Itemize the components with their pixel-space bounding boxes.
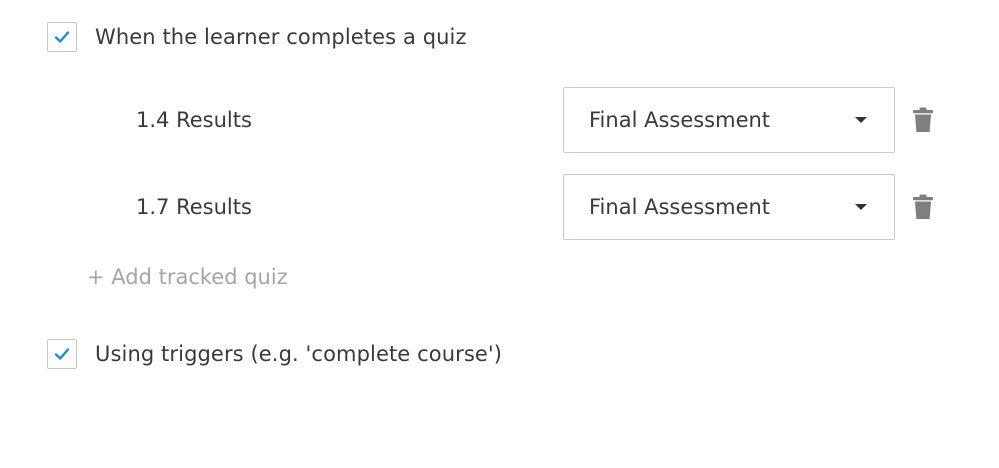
quiz-assessment-select[interactable]: Final Assessment xyxy=(563,87,895,153)
triggers-completion-label: Using triggers (e.g. 'complete course') xyxy=(95,342,503,366)
quiz-assessment-select[interactable]: Final Assessment xyxy=(563,174,895,240)
quiz-completion-option: When the learner completes a quiz xyxy=(47,22,467,52)
tracked-quiz-name: 1.4 Results xyxy=(136,108,252,132)
chevron-down-icon xyxy=(855,117,867,123)
checkmark-icon xyxy=(54,348,70,360)
quiz-completion-checkbox[interactable] xyxy=(47,22,77,52)
trash-icon[interactable] xyxy=(912,194,934,220)
triggers-completion-checkbox[interactable] xyxy=(47,339,77,369)
checkmark-icon xyxy=(54,31,70,43)
tracked-quiz-row: 1.4 Results Final Assessment xyxy=(0,87,999,153)
quiz-completion-label: When the learner completes a quiz xyxy=(95,25,467,49)
trash-icon[interactable] xyxy=(912,107,934,133)
tracked-quiz-row: 1.7 Results Final Assessment xyxy=(0,174,999,240)
add-tracked-quiz-link[interactable]: + Add tracked quiz xyxy=(87,265,288,289)
tracked-quiz-name: 1.7 Results xyxy=(136,195,252,219)
quiz-assessment-select-value: Final Assessment xyxy=(589,108,771,132)
chevron-down-icon xyxy=(855,204,867,210)
quiz-assessment-select-value: Final Assessment xyxy=(589,195,771,219)
triggers-completion-option: Using triggers (e.g. 'complete course') xyxy=(47,339,502,369)
